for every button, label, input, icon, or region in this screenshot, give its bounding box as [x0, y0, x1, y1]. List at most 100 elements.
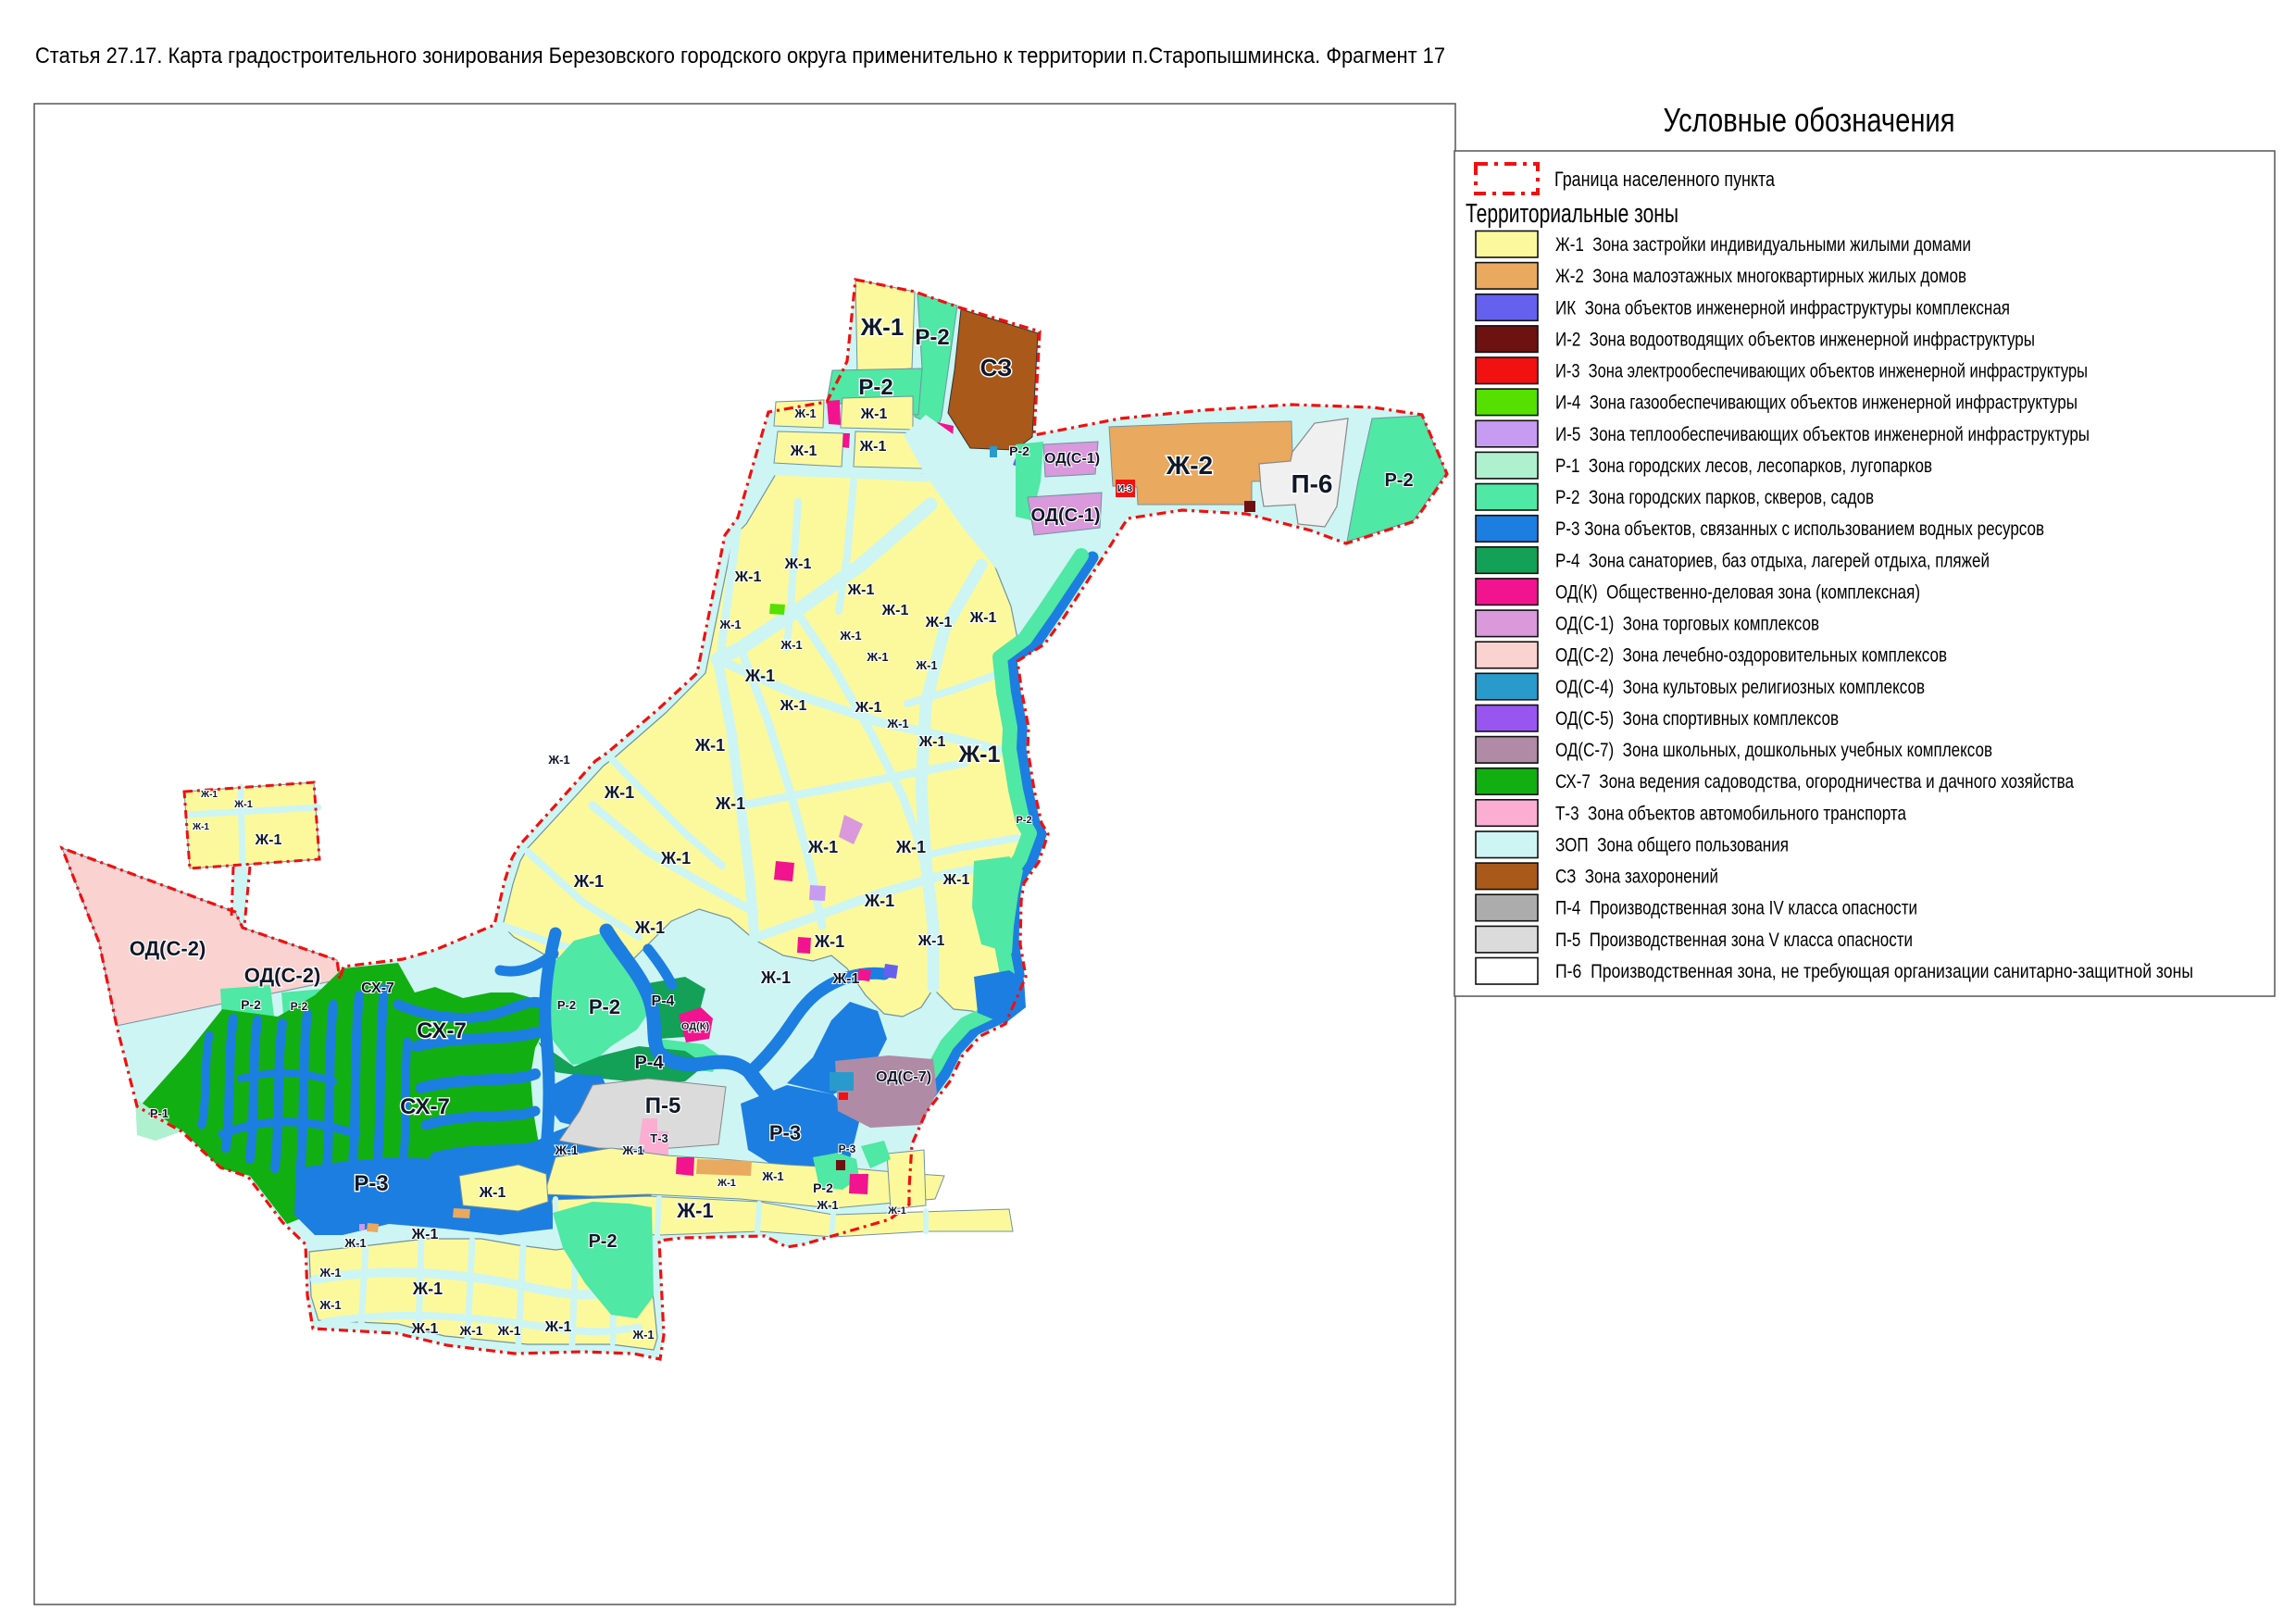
svg-text:Ж-1: Ж-1: [847, 582, 875, 598]
svg-text:Ж-1: Ж-1: [969, 610, 997, 626]
svg-text:Ж-1: Ж-1: [860, 313, 905, 341]
svg-text:Ж-1: Ж-1: [816, 1198, 838, 1212]
svg-text:Р-1 Зона городских лесов, лес: Р-1 Зона городских лесов, лесопарков, лу…: [1555, 456, 1932, 477]
svg-text:Ж-1: Ж-1: [915, 658, 937, 672]
svg-text:СХ-7: СХ-7: [417, 1018, 467, 1043]
svg-text:Р-1: Р-1: [150, 1106, 168, 1120]
svg-text:Ж-1: Ж-1: [411, 1321, 439, 1337]
svg-text:Р-2: Р-2: [589, 995, 620, 1018]
svg-text:П-5 Производственная зона V к: П-5 Производственная зона V класса опасн…: [1555, 930, 1913, 951]
svg-text:Ж-1: Ж-1: [790, 443, 817, 459]
svg-text:Ж-1: Ж-1: [780, 698, 807, 714]
svg-text:ИК Зона объектов инженерной и: ИК Зона объектов инженерной инфраструкту…: [1555, 297, 2010, 318]
svg-text:Ж-1: Ж-1: [814, 932, 844, 951]
svg-text:Ж-1: Ж-1: [255, 832, 282, 848]
svg-text:Ж-1: Ж-1: [866, 650, 888, 664]
svg-text:Р-2: Р-2: [557, 998, 576, 1012]
svg-text:Ж-1: Ж-1: [807, 838, 838, 856]
svg-text:ОД(С-4) Зона культовых религи: ОД(С-4) Зона культовых религиозных компл…: [1555, 677, 1925, 698]
svg-text:Ж-1: Ж-1: [621, 1143, 643, 1157]
svg-text:И-4 Зона газообеспечивающих о: И-4 Зона газообеспечивающих объектов инж…: [1555, 393, 2078, 414]
svg-text:Ж-1: Ж-1: [411, 1227, 439, 1242]
svg-text:Ж-1: Ж-1: [918, 734, 946, 750]
svg-text:Ж-1: Ж-1: [318, 1266, 341, 1280]
svg-text:СЗ: СЗ: [980, 354, 1013, 381]
svg-text:СХ-7: СХ-7: [361, 980, 394, 996]
svg-text:Ж-1: Ж-1: [343, 1236, 366, 1250]
svg-text:Ж-1: Ж-1: [784, 556, 812, 572]
svg-text:СЗ Зона захоронений: СЗ Зона захоронений: [1555, 867, 1718, 888]
svg-text:Ж-1: Ж-1: [715, 794, 745, 813]
svg-text:Ж-1: Ж-1: [859, 439, 887, 455]
svg-text:И-5 Зона теплообеспечивающих: И-5 Зона теплообеспечивающих объектов ин…: [1555, 424, 2090, 445]
svg-text:Р-3: Р-3: [839, 1142, 856, 1155]
svg-text:И-3 Зона электрообеспечивающи: И-3 Зона электрообеспечивающих объектов …: [1555, 361, 2088, 382]
svg-text:ЗОП Зона общего пользования: ЗОП Зона общего пользования: [1555, 835, 1789, 856]
svg-text:Т-3: Т-3: [650, 1131, 668, 1145]
svg-text:П-6 Производственная зона, не: П-6 Производственная зона, не требующая …: [1555, 961, 2193, 982]
svg-text:Ж-1: Ж-1: [634, 918, 665, 937]
svg-text:ОД(С-2): ОД(С-2): [244, 964, 321, 987]
svg-text:Ж-1: Ж-1: [233, 799, 253, 810]
svg-text:Ж-1: Ж-1: [458, 1323, 482, 1338]
svg-text:Ж-1: Ж-1: [604, 783, 634, 802]
svg-text:Р-2: Р-2: [1009, 443, 1029, 458]
svg-text:ОД(С-2) Зона лечебно-оздорови: ОД(С-2) Зона лечебно-оздоровительных ком…: [1555, 645, 1947, 667]
svg-text:Ж-2: Ж-2: [1166, 451, 1213, 480]
svg-text:Ж-1: Ж-1: [660, 849, 691, 868]
svg-text:Граница населенного пункта: Граница населенного пункта: [1554, 168, 1776, 191]
svg-text:Ж-1 Зона застройки индивидуал: Ж-1 Зона застройки индивидуальными жилым…: [1555, 234, 1971, 256]
svg-text:Р-2: Р-2: [1016, 815, 1031, 826]
svg-text:СХ-7 Зона ведения садоводства: СХ-7 Зона ведения садоводства, огороднич…: [1555, 771, 2074, 793]
svg-text:Ж-2 Зона малоэтажных многоква: Ж-2 Зона малоэтажных многоквартирных жил…: [1555, 266, 1966, 287]
svg-text:Ж-1: Ж-1: [780, 638, 802, 652]
svg-text:Р-2: Р-2: [1384, 470, 1413, 491]
svg-text:Р-2: Р-2: [588, 1231, 617, 1252]
svg-text:Р-2: Р-2: [813, 1180, 833, 1195]
svg-text:СХ-7: СХ-7: [400, 1094, 450, 1119]
svg-text:Ж-1: Ж-1: [479, 1185, 506, 1201]
svg-text:Ж-1: Ж-1: [631, 1328, 654, 1342]
svg-text:ОД(С-1) Зона торговых комплек: ОД(С-1) Зона торговых комплексов: [1555, 614, 1819, 635]
svg-text:Р-2: Р-2: [291, 1000, 308, 1013]
svg-text:Ж-1: Ж-1: [761, 1169, 783, 1183]
svg-text:ОД(С-7) Зона школьных, дошкол: ОД(С-7) Зона школьных, дошкольных учебны…: [1555, 740, 1992, 761]
svg-text:П-4 Производственная зона IV: П-4 Производственная зона IV класса опас…: [1555, 898, 1917, 919]
svg-text:Ж-1: Ж-1: [496, 1323, 520, 1338]
svg-text:Ж-1: Ж-1: [717, 1178, 736, 1189]
svg-text:Р-2: Р-2: [858, 375, 892, 400]
svg-text:Р-2: Р-2: [241, 997, 261, 1012]
svg-text:Ж-1: Ж-1: [547, 753, 569, 767]
svg-text:Р-3: Р-3: [769, 1121, 801, 1144]
svg-text:Условные обозначения: Условные обозначения: [1664, 101, 1955, 139]
svg-text:Р-2: Р-2: [915, 325, 949, 350]
svg-text:П-5: П-5: [645, 1093, 681, 1118]
svg-text:Т-3 Зона объектов автомобильн: Т-3 Зона объектов автомобильного транспо…: [1555, 803, 1906, 824]
svg-text:Ж-1: Ж-1: [718, 618, 741, 631]
svg-text:ОД(К): ОД(К): [681, 1021, 710, 1032]
svg-text:И-3: И-3: [1117, 484, 1133, 494]
svg-text:ОД(С-7): ОД(С-7): [876, 1069, 931, 1085]
svg-text:Ж-1: Ж-1: [744, 667, 775, 685]
svg-text:ОД(С-2): ОД(С-2): [130, 937, 206, 960]
svg-text:Р-3: Р-3: [354, 1171, 388, 1196]
svg-text:Ж-1: Ж-1: [864, 892, 894, 910]
svg-text:Р-4: Р-4: [652, 993, 675, 1009]
svg-text:Р-2 Зона городских парков, ск: Р-2 Зона городских парков, скверов, садо…: [1555, 487, 1874, 508]
svg-text:П-6: П-6: [1291, 469, 1332, 498]
svg-text:Ж-1: Ж-1: [412, 1280, 443, 1298]
svg-text:Р-4 Зона санаториев, баз отды: Р-4 Зона санаториев, баз отдыха, лагерей…: [1555, 550, 1990, 571]
svg-text:Р-3 Зона объектов, связанных с: Р-3 Зона объектов, связанных с использов…: [1555, 518, 2044, 540]
svg-text:Ж-1: Ж-1: [839, 629, 861, 643]
svg-text:Ж-1: Ж-1: [925, 615, 953, 630]
svg-text:ОД(К) Общественно-деловая зон: ОД(К) Общественно-деловая зона (комплекс…: [1555, 581, 1920, 603]
svg-text:Ж-1: Ж-1: [760, 968, 791, 987]
svg-text:Ж-1: Ж-1: [544, 1319, 572, 1335]
svg-text:Ж-1: Ж-1: [793, 406, 816, 420]
svg-text:И-2 Зона водоотводящих объект: И-2 Зона водоотводящих объектов инженерн…: [1555, 329, 2035, 350]
svg-text:Ж-1: Ж-1: [860, 406, 888, 422]
svg-text:Ж-1: Ж-1: [734, 569, 762, 585]
svg-text:ОД(С-5) Зона спортивных компл: ОД(С-5) Зона спортивных комплексов: [1555, 708, 1839, 730]
svg-text:Ж-1: Ж-1: [832, 971, 860, 987]
svg-text:Ж-1: Ж-1: [895, 838, 926, 856]
